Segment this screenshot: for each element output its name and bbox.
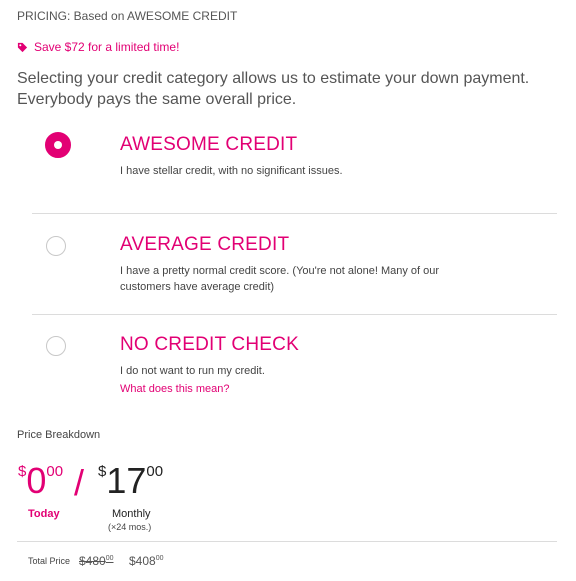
what-does-this-mean-link[interactable]: What does this mean?	[120, 383, 229, 395]
promo-text: Save $72 for a limited time!	[34, 40, 180, 54]
tag-icon	[17, 42, 28, 52]
option-description: I have stellar credit, with no significa…	[120, 165, 343, 177]
monthly-price: $1700	[98, 463, 163, 499]
price-breakdown-label: Price Breakdown	[17, 429, 101, 441]
promo-banner: Save $72 for a limited time!	[17, 40, 179, 54]
total-price-label: Total Price	[28, 556, 71, 566]
new-total-cents: 00	[155, 555, 164, 562]
intro-line-1: Selecting your credit category allows us…	[17, 70, 530, 87]
pricing-header: PRICING: Based on AWESOME CREDIT	[17, 9, 238, 23]
total-divider	[17, 541, 557, 542]
old-total-cents: 00	[105, 555, 114, 562]
today-label: Today	[28, 508, 60, 520]
monthly-cents: 00	[146, 463, 164, 480]
today-price: $000	[18, 463, 63, 499]
option-description-line-2: customers have average credit)	[120, 281, 275, 293]
old-total-price: $48000	[79, 554, 114, 568]
today-cents: 00	[46, 463, 64, 480]
price-separator: /	[74, 462, 85, 503]
monthly-term: (×24 mos.)	[108, 522, 152, 532]
today-dollars: 0	[26, 460, 47, 501]
option-title: AWESOME CREDIT	[120, 134, 298, 155]
option-description: I have a pretty normal credit score. (Yo…	[120, 263, 520, 295]
option-title: NO CREDIT CHECK	[120, 334, 299, 355]
radio-no-credit-check[interactable]	[46, 336, 66, 356]
monthly-dollars: 17	[106, 460, 147, 501]
option-divider	[32, 213, 557, 214]
new-total-price: $40800	[129, 554, 164, 568]
radio-awesome-credit[interactable]	[45, 132, 71, 158]
new-total-dollars: $408	[129, 554, 156, 568]
old-total-dollars: $480	[79, 554, 106, 568]
intro-line-2: Everybody pays the same overall price.	[17, 91, 297, 108]
option-title: AVERAGE CREDIT	[120, 234, 290, 255]
option-description-line-1: I have a pretty normal credit score. (Yo…	[120, 265, 440, 277]
option-description: I do not want to run my credit.	[120, 365, 265, 377]
intro-text: Selecting your credit category allows us…	[17, 68, 562, 110]
radio-average-credit[interactable]	[46, 236, 66, 256]
monthly-label: Monthly	[112, 508, 151, 520]
option-divider	[32, 314, 557, 315]
